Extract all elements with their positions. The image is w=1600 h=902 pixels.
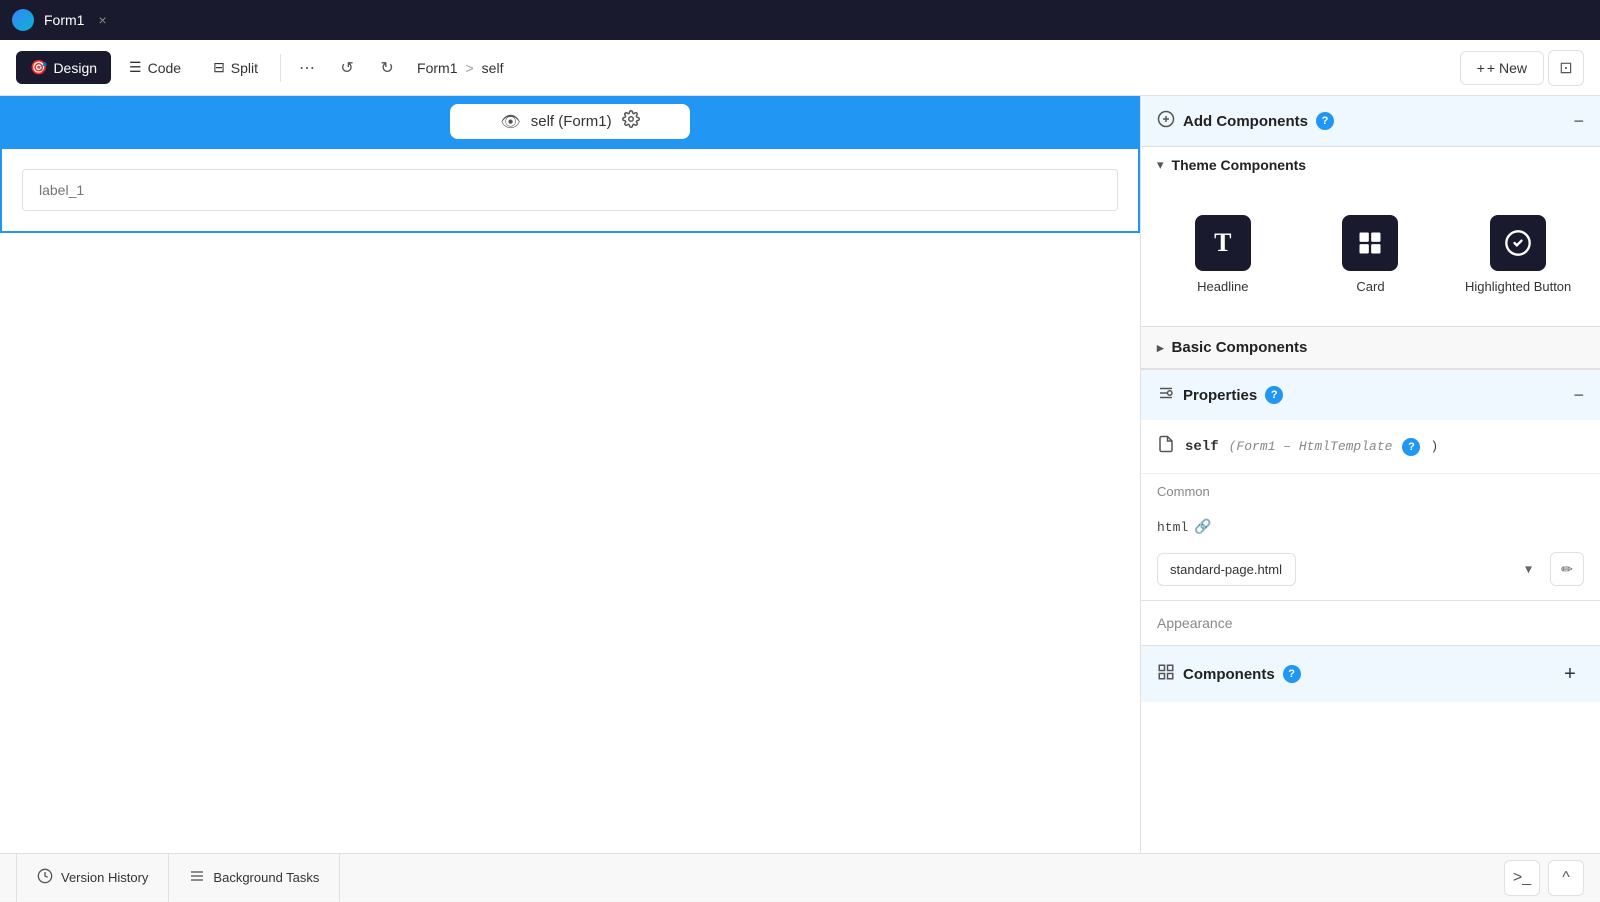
properties-header[interactable]: Properties ? − — [1141, 370, 1600, 420]
canvas-header: 👁 self (Form1) — [0, 96, 1140, 147]
layout-button[interactable]: ⊡ — [1548, 50, 1584, 86]
components-icon — [1157, 663, 1175, 685]
more-button[interactable]: ⋯ — [289, 50, 325, 86]
add-components-title: Add Components ? — [1157, 110, 1334, 132]
version-history-icon — [37, 868, 53, 888]
right-panel: Add Components ? − ▾ Theme Components T … — [1140, 96, 1600, 853]
app-logo — [12, 9, 34, 31]
property-file-icon — [1157, 434, 1175, 459]
property-link-icon[interactable]: 🔗 — [1194, 519, 1211, 536]
chevron-up-button[interactable]: ^ — [1548, 860, 1584, 896]
theme-chevron-icon: ▾ — [1157, 157, 1164, 173]
redo-button[interactable]: ↻ — [369, 50, 405, 86]
canvas-label: self (Form1) — [531, 113, 612, 130]
theme-components-section: ▾ Theme Components T Headline Card — [1141, 147, 1600, 326]
property-common-label: Common — [1157, 484, 1584, 499]
components-section-title: Components ? — [1157, 663, 1301, 685]
undo-button[interactable]: ↺ — [329, 50, 365, 86]
highlighted-button-label: Highlighted Button — [1465, 279, 1571, 294]
properties-title: Properties ? — [1157, 384, 1283, 406]
headline-icon: T — [1195, 215, 1251, 271]
bottom-bar-right: >_ ^ — [1504, 860, 1584, 896]
properties-section: Properties ? − self (Form1 – HtmlTemplat… — [1141, 369, 1600, 645]
headline-label: Headline — [1197, 279, 1248, 294]
design-button[interactable]: 🎯 Design — [16, 51, 111, 84]
code-button[interactable]: ☰ Code — [115, 51, 195, 84]
split-button[interactable]: ⊟ Split — [199, 51, 272, 84]
properties-help[interactable]: ? — [1265, 386, 1283, 404]
breadcrumb-page[interactable]: self — [482, 60, 504, 76]
canvas-settings-icon[interactable] — [622, 110, 640, 133]
component-item-card[interactable]: Card — [1305, 203, 1437, 306]
breadcrumb-separator: > — [465, 60, 473, 76]
card-label: Card — [1356, 279, 1384, 294]
form-label-input[interactable] — [22, 169, 1118, 211]
toolbar-divider — [280, 54, 281, 82]
new-plus-icon: + — [1477, 60, 1485, 76]
property-close-paren: ) — [1430, 439, 1438, 454]
theme-components-header[interactable]: ▾ Theme Components — [1141, 147, 1600, 183]
canvas-label-container: 👁 self (Form1) — [450, 104, 690, 139]
canvas-form-area[interactable] — [0, 147, 1140, 233]
property-select-row: standard-page.html ✏ — [1141, 552, 1600, 600]
canvas-body — [0, 147, 1140, 853]
split-icon: ⊟ — [213, 59, 225, 76]
new-button[interactable]: + + New — [1460, 51, 1544, 85]
appearance-label: Appearance — [1157, 615, 1584, 631]
property-item-name: self — [1185, 439, 1219, 455]
property-html-field: html 🔗 — [1141, 509, 1600, 552]
bottom-bar: Version History Background Tasks >_ ^ — [0, 853, 1600, 901]
property-common-group: Common — [1141, 474, 1600, 499]
highlighted-button-icon — [1490, 215, 1546, 271]
properties-icon — [1157, 384, 1175, 406]
properties-collapse[interactable]: − — [1573, 385, 1584, 406]
theme-components-grid: T Headline Card — [1141, 183, 1600, 326]
add-components-icon — [1157, 110, 1175, 132]
html-select-wrapper: standard-page.html — [1157, 553, 1542, 586]
title-bar-close[interactable]: × — [98, 12, 106, 28]
version-history-item[interactable]: Version History — [16, 854, 169, 902]
basic-components-title: ▸ Basic Components — [1157, 339, 1307, 356]
background-tasks-item[interactable]: Background Tasks — [169, 854, 340, 902]
title-bar: Form1 × — [0, 0, 1600, 40]
components-section-header[interactable]: Components ? + — [1141, 645, 1600, 702]
basic-components-header[interactable]: ▸ Basic Components — [1141, 326, 1600, 369]
components-help[interactable]: ? — [1283, 665, 1301, 683]
property-html-label: html 🔗 — [1157, 519, 1584, 536]
main-content: 👁 self (Form1) Add Component — [0, 96, 1600, 853]
component-item-highlighted-button[interactable]: Highlighted Button — [1452, 203, 1584, 306]
background-tasks-icon — [189, 868, 205, 888]
design-icon: 🎯 — [30, 59, 47, 76]
background-tasks-label: Background Tasks — [213, 870, 319, 885]
card-icon — [1342, 215, 1398, 271]
components-add-button[interactable]: + — [1556, 660, 1584, 688]
toolbar: 🎯 Design ☰ Code ⊟ Split ⋯ ↺ ↻ Form1 > se… — [0, 40, 1600, 96]
add-components-help[interactable]: ? — [1316, 112, 1334, 130]
eye-icon[interactable]: 👁 — [500, 112, 520, 132]
property-item-help[interactable]: ? — [1402, 438, 1420, 456]
html-select[interactable]: standard-page.html — [1157, 553, 1296, 586]
bottom-bar-left: Version History Background Tasks — [16, 854, 340, 902]
property-item-detail: (Form1 – HtmlTemplate — [1229, 439, 1393, 454]
appearance-section: Appearance — [1141, 600, 1600, 645]
terminal-button[interactable]: >_ — [1504, 860, 1540, 896]
component-item-headline[interactable]: T Headline — [1157, 203, 1289, 306]
property-edit-button[interactable]: ✏ — [1550, 552, 1584, 586]
basic-chevron-icon: ▸ — [1157, 340, 1164, 356]
property-item-row: self (Form1 – HtmlTemplate ? ) — [1141, 420, 1600, 474]
title-bar-title: Form1 — [44, 12, 84, 28]
version-history-label: Version History — [61, 870, 148, 885]
canvas-area: 👁 self (Form1) — [0, 96, 1140, 853]
code-icon: ☰ — [129, 59, 142, 76]
breadcrumb-form[interactable]: Form1 — [417, 60, 457, 76]
add-components-header[interactable]: Add Components ? − — [1141, 96, 1600, 147]
breadcrumb: Form1 > self — [417, 60, 503, 76]
add-components-collapse[interactable]: − — [1573, 111, 1584, 132]
